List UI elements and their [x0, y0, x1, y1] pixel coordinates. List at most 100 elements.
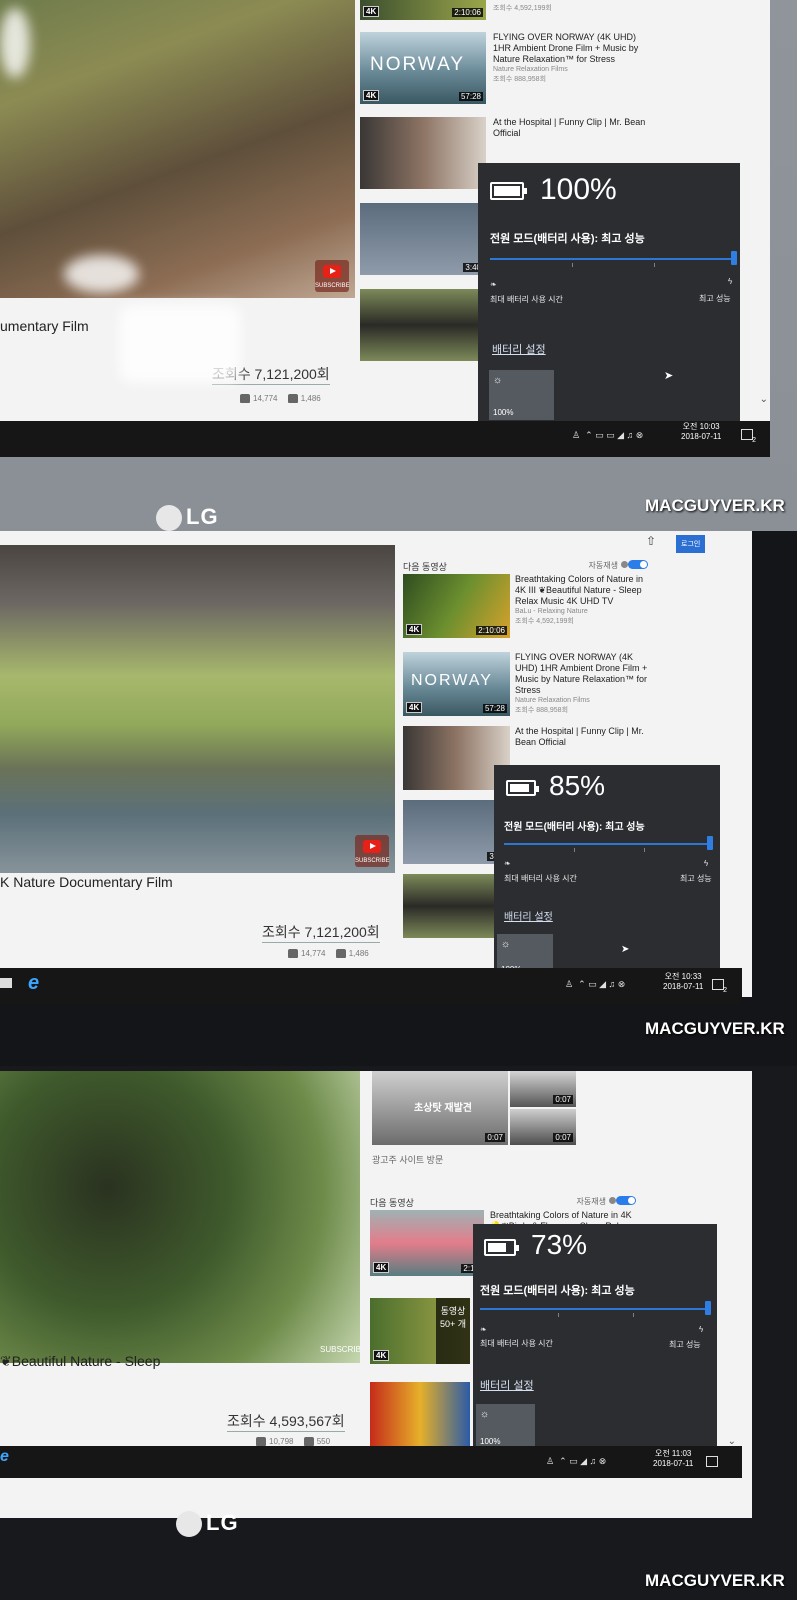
best-performance-label: 최고 성능 [699, 294, 731, 303]
mouse-cursor: ➤ [664, 370, 674, 382]
playlist-overlay: 동영상 50+ 개 [436, 1298, 470, 1364]
power-mode-slider[interactable] [504, 843, 712, 845]
power-mode-slider-thumb[interactable] [705, 1301, 711, 1315]
lg-logo: LG [176, 1510, 239, 1538]
youtube-play-icon [323, 265, 341, 278]
thumbs-down-icon[interactable] [287, 394, 298, 404]
video-title: ❦Beautiful Nature - Sleep [0, 1353, 161, 1369]
power-mode-slider[interactable] [480, 1308, 710, 1310]
taskbar: ♙ ⌃ ▭ ▭ ◢ ♫ ⊗ 오전 10:03 2018-07-11 2 [0, 421, 770, 457]
video-thumbnail[interactable]: 4K 2:10:06 [360, 0, 486, 20]
best-battery-label: 최대 배터리 사용 시간 [504, 874, 577, 883]
view-count: 조회수 7,121,200회 [262, 922, 380, 943]
like-bar[interactable]: 14,774 1,486 [280, 949, 369, 959]
ad-thumbnail[interactable]: 0:07 [510, 1071, 576, 1107]
info-icon[interactable] [609, 1197, 616, 1204]
system-tray-icons[interactable]: ♙ ⌃ ▭ ◢ ♫ ⊗ [565, 979, 625, 990]
brightness-tile[interactable]: ☼100% [489, 370, 554, 420]
info-icon[interactable] [621, 561, 628, 568]
taskbar: e ♙ ⌃ ▭ ◢ ♫ ⊗ 오전 10:33 2018-07-11 2 [0, 968, 742, 1004]
thumbs-down-icon[interactable] [335, 949, 346, 959]
subscribe-watermark[interactable]: SUBSCRIBE [320, 1325, 360, 1357]
best-battery-label: 최대 배터리 사용 시간 [480, 1339, 553, 1348]
internet-explorer-icon[interactable]: e [28, 972, 39, 995]
battery-settings-link[interactable]: 배터리 설정 [504, 908, 553, 923]
best-performance-label: 최고 성능 [680, 874, 712, 883]
power-mode-label: 전원 모드(배터리 사용): 최고 성능 [480, 1285, 635, 1297]
list-item[interactable]: NORWAY 4K 57:28 FLYING OVER NORWAY (4K U… [403, 652, 648, 718]
power-mode-label: 전원 모드(배터리 사용): 최고 성능 [504, 822, 645, 833]
ad-thumbnail[interactable]: 0:07 [510, 1109, 576, 1145]
battery-percentage: 73% [531, 1229, 588, 1260]
lg-face-icon [176, 1511, 202, 1538]
up-next-header: 다음 동영상 자동재생 [370, 1196, 636, 1210]
autoplay-toggle[interactable] [616, 1196, 636, 1205]
video-thumbnail[interactable]: 4K 2:10:06 [403, 574, 510, 638]
sun-icon: ☼ [480, 1409, 490, 1420]
battery-icon [506, 780, 539, 796]
clock[interactable]: 오전 10:33 2018-07-11 [663, 972, 703, 992]
battery-icon [484, 1239, 519, 1256]
power-mode-slider-thumb[interactable] [731, 251, 737, 265]
autoplay-toggle[interactable] [628, 560, 648, 569]
view-count: 조회수 4,593,567회 [227, 1411, 345, 1432]
subscribe-watermark[interactable]: SUBSCRIBE [315, 260, 350, 292]
video-thumbnail[interactable]: 3:40 [360, 203, 486, 275]
scroll-down-arrow-icon[interactable]: ⌄ [760, 394, 768, 405]
video-thumbnail[interactable] [360, 289, 486, 361]
battery-percentage: 100% [540, 173, 617, 206]
leaf-icon: ❧ [480, 1325, 487, 1334]
video-title: umentary Film [0, 318, 89, 334]
video-thumbnail[interactable]: NORWAY 4K 57:28 [360, 32, 486, 104]
notification-icon[interactable]: 2 [712, 979, 727, 994]
list-item[interactable]: 4K 2:10:06 Breathtaking Colors of Nature… [403, 574, 648, 644]
brightness-tile[interactable]: ☼100% [476, 1404, 535, 1449]
battery-flyout: 73% 전원 모드(배터리 사용): 최고 성능 ❧ 최대 배터리 사용 시간 … [473, 1224, 717, 1449]
like-bar[interactable]: 14,774 1,486 [232, 394, 321, 404]
video-thumbnail[interactable]: NORWAY 4K 57:28 [403, 652, 510, 716]
list-item[interactable]: NORWAY 4K 57:28 FLYING OVER NORWAY (4K U… [360, 32, 660, 109]
system-tray-icons[interactable]: ♙ ⌃ ▭ ◢ ♫ ⊗ [546, 1456, 606, 1467]
notification-icon[interactable] [706, 1456, 718, 1467]
video-player[interactable]: SUBSCRIBE [0, 1071, 360, 1363]
thumbs-up-icon[interactable] [288, 949, 298, 959]
login-button[interactable]: 로그인 [676, 535, 706, 553]
leaf-icon: ❧ [504, 859, 511, 868]
clock[interactable]: 오전 11:03 2018-07-11 [653, 1449, 693, 1469]
taskbar: e ♙ ⌃ ▭ ◢ ♫ ⊗ 오전 11:03 2018-07-11 [0, 1446, 742, 1478]
clock[interactable]: 오전 10:03 2018-07-11 [681, 422, 721, 442]
power-mode-slider-thumb[interactable] [707, 836, 713, 850]
sun-icon: ☼ [493, 375, 503, 386]
photo-1: SUBSCRIBE umentary Film 조회수 7,121,200회 1… [0, 0, 797, 531]
best-battery-label: 최대 배터리 사용 시간 [490, 295, 563, 304]
youtube-play-icon [363, 840, 381, 853]
power-mode-label: 전원 모드(배터리 사용): 최고 성능 [490, 233, 645, 245]
mail-icon[interactable] [0, 978, 12, 988]
notification-icon[interactable]: 2 [741, 429, 756, 444]
video-player[interactable]: SUBSCRIBE [0, 545, 395, 873]
power-mode-slider[interactable] [490, 258, 736, 260]
video-player[interactable]: SUBSCRIBE [0, 0, 355, 298]
video-thumbnail[interactable] [360, 117, 486, 189]
lightning-icon: ϟ [699, 1325, 704, 1334]
list-item[interactable]: 4K 2:10:06 조회수 4,592,199회 [360, 0, 660, 20]
system-tray-icons[interactable]: ♙ ⌃ ▭ ▭ ◢ ♫ ⊗ [572, 430, 643, 441]
watermark: MACGUYVER.KR [645, 1019, 785, 1038]
upload-icon[interactable]: ⇧ [646, 534, 656, 548]
ad-thumbnail[interactable]: 초상탓 재발견 0:07 [372, 1071, 508, 1145]
photo-3: SUBSCRIBE ❦Beautiful Nature - Sleep 조회수 … [0, 1066, 797, 1600]
ad-site-link[interactable]: 광고주 사이트 방문 [372, 1153, 443, 1166]
battery-settings-link[interactable]: 배터리 설정 [480, 1377, 534, 1393]
subscribe-watermark[interactable]: SUBSCRIBE [355, 835, 390, 867]
video-thumbnail[interactable]: 4K 동영상 50+ 개 [370, 1298, 470, 1364]
lg-face-icon [156, 505, 182, 531]
watermark: MACGUYVER.KR [645, 496, 785, 515]
internet-explorer-icon[interactable]: e [0, 1448, 9, 1466]
thumbs-up-icon[interactable] [240, 394, 250, 404]
battery-settings-link[interactable]: 배터리 설정 [492, 341, 546, 357]
video-thumbnail[interactable]: 4K 2:12 [370, 1210, 484, 1276]
up-next-header: 다음 동영상 자동재생 [403, 560, 648, 574]
video-thumbnail[interactable] [370, 1382, 470, 1448]
like-bar[interactable]: 10,798 550 [248, 1437, 330, 1447]
video-title: K Nature Documentary Film [0, 874, 173, 890]
